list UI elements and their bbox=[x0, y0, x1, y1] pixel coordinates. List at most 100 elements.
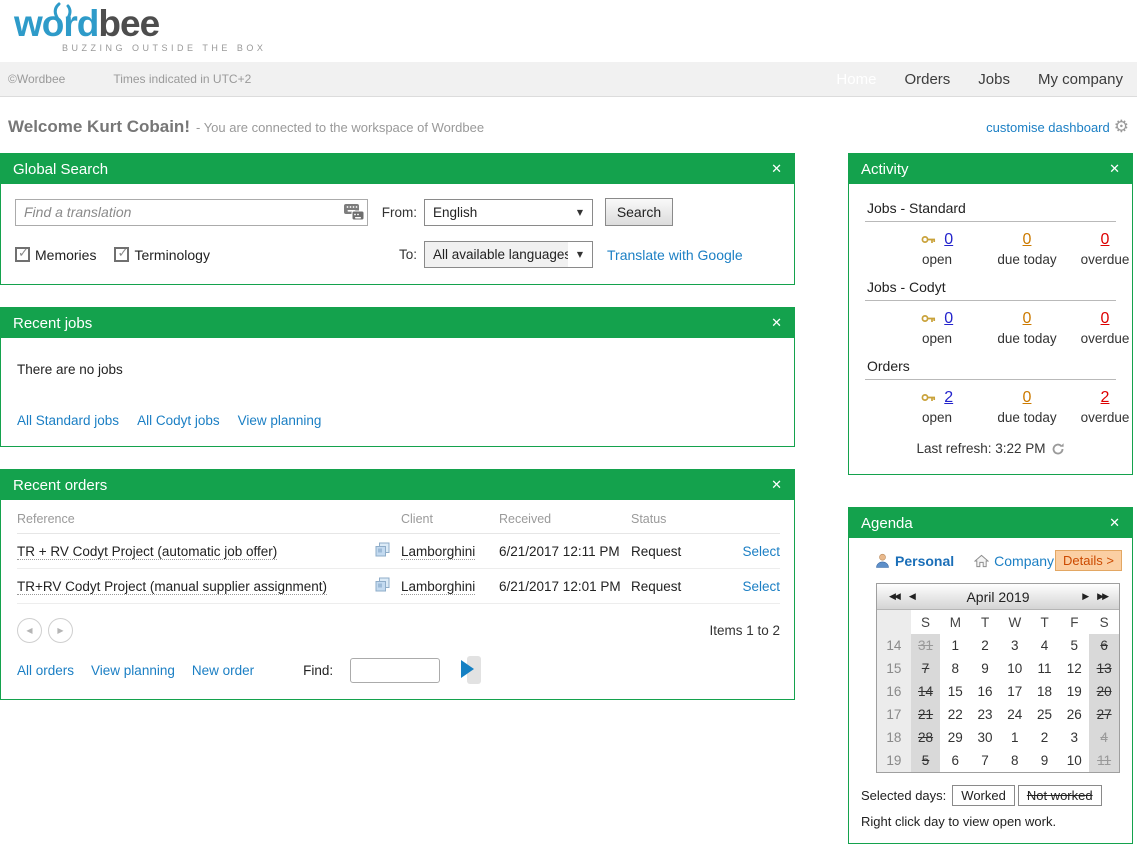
calendar-day[interactable]: 26 bbox=[1059, 703, 1089, 726]
calendar-day[interactable]: 14 bbox=[911, 680, 941, 703]
translate-with-google-link[interactable]: Translate with Google bbox=[607, 247, 743, 263]
calendar-prev-month-icon[interactable]: ◀ bbox=[909, 592, 914, 602]
calendar-day[interactable]: 19 bbox=[1059, 680, 1089, 703]
from-language-select[interactable]: English ▼ bbox=[424, 199, 593, 226]
search-input[interactable] bbox=[15, 199, 368, 226]
due-today-count-link[interactable]: 0 bbox=[1023, 389, 1032, 406]
tab-personal[interactable]: Personal bbox=[875, 553, 954, 569]
all-orders-link[interactable]: All orders bbox=[17, 663, 74, 678]
calendar-day[interactable]: 9 bbox=[1030, 749, 1060, 772]
nav-jobs[interactable]: Jobs bbox=[978, 71, 1010, 88]
new-order-link[interactable]: New order bbox=[192, 663, 254, 678]
open-count-link[interactable]: 0 bbox=[944, 310, 953, 327]
calendar-day[interactable]: 10 bbox=[1000, 657, 1030, 680]
all-codyt-jobs-link[interactable]: All Codyt jobs bbox=[137, 413, 220, 428]
calendar-next-year-icon[interactable]: ▶▶ bbox=[1097, 592, 1107, 602]
calendar-day[interactable]: 1 bbox=[1000, 726, 1030, 749]
calendar-day[interactable]: 15 bbox=[940, 680, 970, 703]
overdue-count-link[interactable]: 0 bbox=[1101, 231, 1110, 248]
open-count-link[interactable]: 2 bbox=[944, 389, 953, 406]
close-icon[interactable]: ✕ bbox=[1109, 162, 1120, 177]
customise-dashboard-link[interactable]: customise dashboard bbox=[986, 120, 1110, 135]
calendar-day[interactable]: 7 bbox=[970, 749, 1000, 772]
overdue-count-link[interactable]: 2 bbox=[1101, 389, 1110, 406]
wordbee-logo[interactable]: wordbee bbox=[14, 6, 1137, 42]
order-client-link[interactable]: Lamborghini bbox=[401, 544, 475, 560]
calendar-day[interactable]: 30 bbox=[970, 726, 1000, 749]
calendar-day[interactable]: 11 bbox=[1030, 657, 1060, 680]
chevron-down-icon[interactable]: ▼ bbox=[568, 208, 592, 217]
calendar-day[interactable]: 6 bbox=[1089, 634, 1119, 657]
calendar-day[interactable]: 21 bbox=[911, 703, 941, 726]
view-planning-link[interactable]: View planning bbox=[91, 663, 175, 678]
close-icon[interactable]: ✕ bbox=[771, 162, 782, 177]
chevron-down-icon[interactable]: ▼ bbox=[568, 250, 592, 259]
calendar-day[interactable]: 8 bbox=[1000, 749, 1030, 772]
find-go-button[interactable] bbox=[459, 655, 481, 685]
calendar-prev-year-icon[interactable]: ◀◀ bbox=[889, 592, 899, 602]
calendar-day[interactable]: 8 bbox=[940, 657, 970, 680]
next-page-button[interactable]: ▶ bbox=[48, 618, 73, 643]
calendar-day[interactable]: 3 bbox=[1000, 634, 1030, 657]
memories-checkbox[interactable]: Memories bbox=[15, 247, 96, 263]
prev-page-button[interactable]: ◀ bbox=[17, 618, 42, 643]
order-select-link[interactable]: Select bbox=[742, 544, 780, 559]
calendar-day[interactable]: 29 bbox=[940, 726, 970, 749]
calendar-day[interactable]: 5 bbox=[1059, 634, 1089, 657]
calendar-day[interactable]: 7 bbox=[911, 657, 941, 680]
calendar-day[interactable]: 1 bbox=[940, 634, 970, 657]
calendar-day[interactable]: 17 bbox=[1000, 680, 1030, 703]
find-input[interactable] bbox=[350, 658, 440, 683]
order-reference-link[interactable]: TR+RV Codyt Project (manual supplier ass… bbox=[17, 579, 327, 595]
nav-home[interactable]: Home bbox=[836, 71, 876, 88]
tab-company[interactable]: Company bbox=[974, 553, 1054, 569]
close-icon[interactable]: ✕ bbox=[771, 478, 782, 493]
calendar-day[interactable]: 23 bbox=[970, 703, 1000, 726]
calendar-day[interactable]: 18 bbox=[1030, 680, 1060, 703]
calendar-day[interactable]: 12 bbox=[1059, 657, 1089, 680]
calendar-day[interactable]: 3 bbox=[1059, 726, 1089, 749]
calendar-day[interactable]: 2 bbox=[1030, 726, 1060, 749]
calendar-day[interactable]: 31 bbox=[911, 634, 941, 657]
terminology-checkbox[interactable]: Terminology bbox=[114, 247, 209, 263]
calendar-day[interactable]: 2 bbox=[970, 634, 1000, 657]
overdue-count-link[interactable]: 0 bbox=[1101, 310, 1110, 327]
calendar-day[interactable]: 13 bbox=[1089, 657, 1119, 680]
view-planning-link[interactable]: View planning bbox=[238, 413, 322, 428]
calendar-day[interactable]: 9 bbox=[970, 657, 1000, 680]
due-today-count-link[interactable]: 0 bbox=[1023, 231, 1032, 248]
nav-orders[interactable]: Orders bbox=[904, 71, 950, 88]
calendar-day[interactable]: 5 bbox=[911, 749, 941, 772]
all-standard-jobs-link[interactable]: All Standard jobs bbox=[17, 413, 119, 428]
calendar-day[interactable]: 22 bbox=[940, 703, 970, 726]
virtual-keyboard-icon[interactable] bbox=[343, 203, 365, 226]
order-select-link[interactable]: Select bbox=[742, 579, 780, 594]
open-count-link[interactable]: 0 bbox=[944, 231, 953, 248]
calendar-day[interactable]: 25 bbox=[1030, 703, 1060, 726]
not-worked-button[interactable]: Not worked bbox=[1018, 785, 1102, 806]
calendar-day[interactable]: 27 bbox=[1089, 703, 1119, 726]
worked-button[interactable]: Worked bbox=[952, 785, 1015, 806]
details-button[interactable]: Details > bbox=[1055, 550, 1122, 571]
calendar-day[interactable]: 16 bbox=[970, 680, 1000, 703]
calendar-day[interactable]: 6 bbox=[940, 749, 970, 772]
checkbox-checked-icon[interactable] bbox=[15, 247, 30, 262]
calendar-day[interactable]: 10 bbox=[1059, 749, 1089, 772]
nav-my-company[interactable]: My company bbox=[1038, 71, 1123, 88]
close-icon[interactable]: ✕ bbox=[771, 316, 782, 331]
calendar-day[interactable]: 11 bbox=[1089, 749, 1119, 772]
order-reference-link[interactable]: TR + RV Codyt Project (automatic job off… bbox=[17, 544, 277, 560]
refresh-icon[interactable] bbox=[1051, 442, 1065, 456]
search-button[interactable]: Search bbox=[605, 198, 673, 226]
due-today-count-link[interactable]: 0 bbox=[1023, 310, 1032, 327]
calendar-day[interactable]: 24 bbox=[1000, 703, 1030, 726]
calendar-day[interactable]: 28 bbox=[911, 726, 941, 749]
calendar-day[interactable]: 4 bbox=[1089, 726, 1119, 749]
order-client-link[interactable]: Lamborghini bbox=[401, 579, 475, 595]
calendar-day[interactable]: 4 bbox=[1030, 634, 1060, 657]
checkbox-checked-icon[interactable] bbox=[114, 247, 129, 262]
calendar-day[interactable]: 20 bbox=[1089, 680, 1119, 703]
gear-icon[interactable]: ⚙ bbox=[1114, 119, 1129, 136]
close-icon[interactable]: ✕ bbox=[1109, 516, 1120, 531]
calendar-next-month-icon[interactable]: ▶ bbox=[1082, 592, 1087, 602]
